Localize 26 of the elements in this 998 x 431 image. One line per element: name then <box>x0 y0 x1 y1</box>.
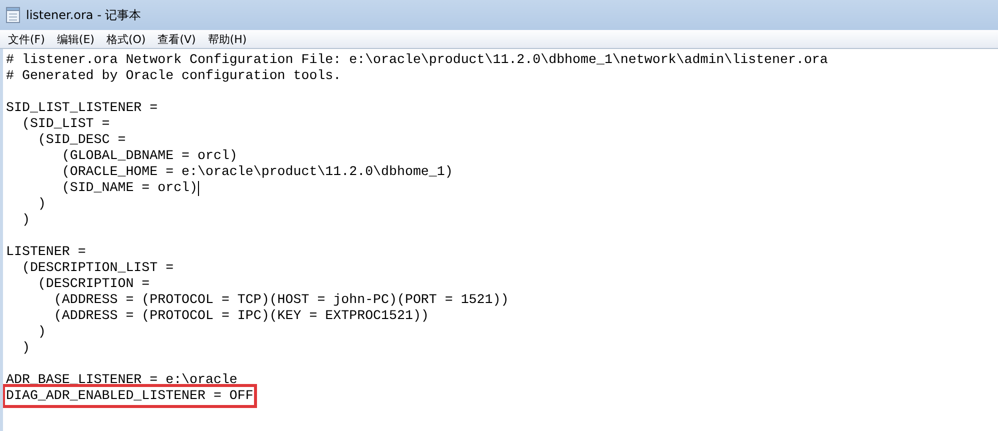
code-line: ) <box>20 340 30 356</box>
code-line: ) <box>36 324 46 340</box>
text-editor[interactable] <box>3 49 998 431</box>
code-line: (GLOBAL_DBNAME = orcl) <box>60 148 238 164</box>
code-line: ADR_BASE_LISTENER = e:\oracle <box>6 372 238 388</box>
menu-item[interactable]: 文件(F) <box>2 30 51 48</box>
code-line: (SID_LIST = <box>20 116 110 132</box>
code-line: LISTENER = <box>6 244 86 260</box>
code-line: (DESCRIPTION = <box>36 276 150 292</box>
code-line: ) <box>36 196 46 212</box>
code-line: # Generated by Oracle configuration tools. <box>6 68 342 84</box>
code-line: ) <box>20 212 30 228</box>
window-title: listener.ora - 记事本 <box>26 6 142 24</box>
code-line: (ADDRESS = (PROTOCOL = TCP)(HOST = john-PC)(PORT = 1521)) <box>52 292 509 308</box>
code-line: # listener.ora Network Configuration File: e:\oracle\product\11.2.0\dbhome_1\network\admin\listener.ora <box>6 52 828 68</box>
menu-item[interactable]: 编辑(E) <box>50 30 100 48</box>
code-line: (ADDRESS = (PROTOCOL = IPC)(KEY = EXTPROC1521)) <box>52 308 429 324</box>
notepad-icon <box>6 7 20 23</box>
code-line: (DESCRIPTION_LIST = <box>20 260 174 276</box>
code-line: (SID_DESC = <box>36 132 126 148</box>
code-line: (ORACLE_HOME = e:\oracle\product\11.2.0\dbhome_1) <box>60 164 453 180</box>
code-line: SID_LIST_LISTENER = <box>6 100 158 116</box>
menu-item[interactable]: 查看(V) <box>152 30 202 48</box>
code-line: (SID_NAME = orcl) <box>60 180 198 196</box>
menu-item[interactable]: 帮助(H) <box>202 30 253 48</box>
menu-item[interactable]: 格式(O) <box>100 30 152 48</box>
